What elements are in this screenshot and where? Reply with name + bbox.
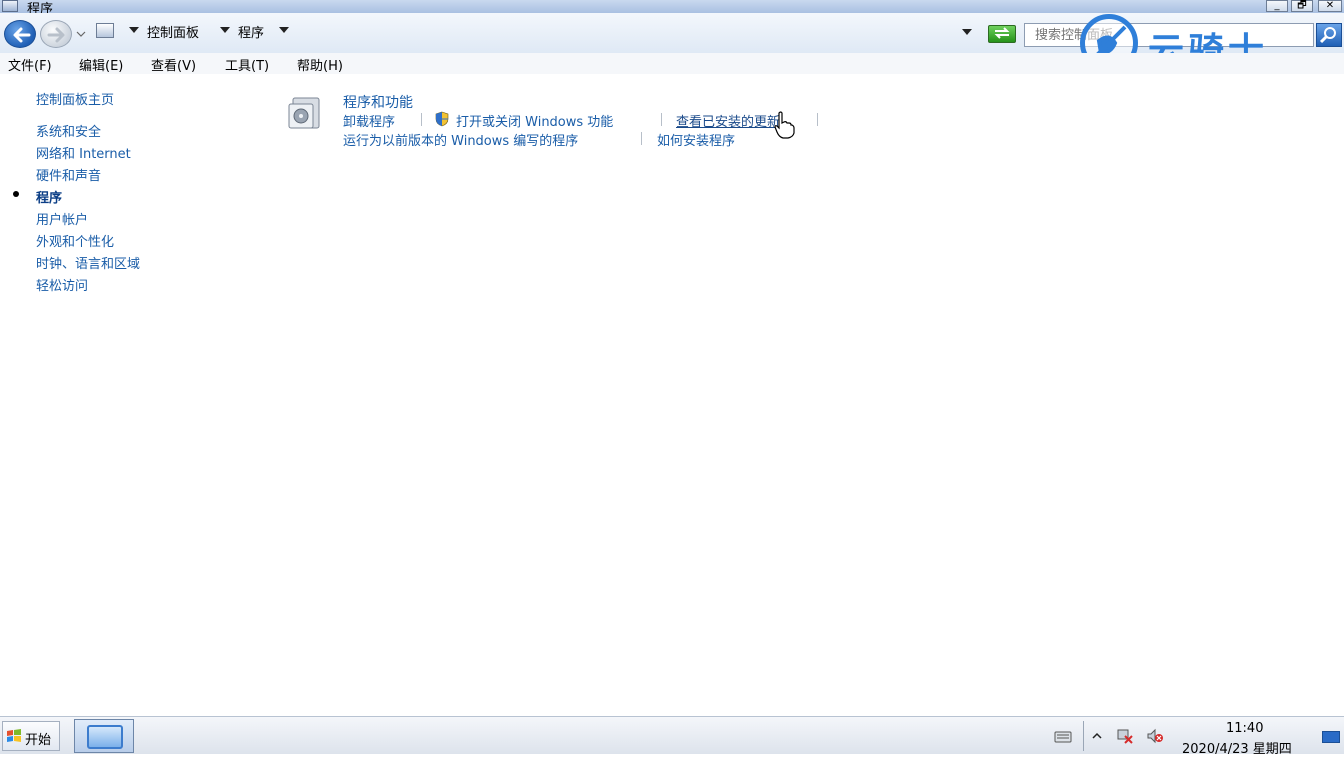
sidebar-item-clock-language[interactable]: 时钟、语言和区域 [36,253,140,272]
windows-flag-icon [7,729,21,742]
keyboard-icon[interactable] [1054,728,1072,744]
network-disconnected-icon[interactable] [1116,728,1134,744]
program-compatibility-link[interactable]: 运行为以前版本的 Windows 编写的程序 [343,130,578,149]
menu-help[interactable]: 帮助(H) [297,55,343,74]
chevron-down-icon[interactable] [220,27,230,33]
uac-shield-icon [435,111,449,127]
sidebar-item-network[interactable]: 网络和 Internet [36,143,131,162]
refresh-button[interactable] [988,25,1016,43]
clock-time[interactable]: 11:40 [1226,721,1263,736]
chevron-up-icon[interactable] [1091,728,1103,744]
clock-date[interactable]: 2020/4/23 星期四 [1182,738,1292,757]
chevron-down-icon[interactable] [129,27,139,33]
hand-pointer-icon [774,111,795,139]
address-history-chevron-icon[interactable] [962,29,972,35]
refresh-icon [994,27,1010,39]
breadcrumb-programs[interactable]: 程序 [238,22,264,41]
how-to-install-link[interactable]: 如何安装程序 [657,130,735,149]
programs-features-icon [288,97,320,129]
menu-tools[interactable]: 工具(T) [225,55,269,74]
left-navigation: 控制面板主页 系统和安全 网络和 Internet 硬件和声音 程序 用户帐户 … [0,74,270,716]
address-breadcrumb[interactable]: 控制面板 程序 [92,19,952,43]
separator [817,113,818,126]
show-desktop-button[interactable] [1322,731,1340,743]
back-button[interactable] [4,20,36,48]
separator [661,113,662,126]
separator [421,113,422,126]
arrow-right-icon [47,27,65,43]
taskbar-control-panel-button[interactable] [74,719,134,753]
menu-file[interactable]: 文件(F) [8,55,52,74]
close-button[interactable]: ✕ [1318,0,1342,12]
sidebar-item-user-accounts[interactable]: 用户帐户 [36,209,88,228]
windows-features-link[interactable]: 打开或关闭 Windows 功能 [456,111,613,130]
sidebar-item-programs[interactable]: 程序 [36,187,62,206]
control-panel-icon [2,0,18,12]
forward-button[interactable] [40,20,72,48]
recent-pages-chevron-icon[interactable] [76,29,86,39]
control-panel-window: 程序 _ 🗗 ✕ 控制面板 程序 搜索控制面板 云骑士 文件(F) 编辑(E) … [0,0,1344,716]
sidebar-item-ease-of-access[interactable]: 轻松访问 [36,275,88,294]
search-icon [1319,27,1336,44]
start-button[interactable]: 开始 [2,721,60,751]
uninstall-program-link[interactable]: 卸载程序 [343,111,395,130]
start-label: 开始 [25,733,52,748]
taskbar: 开始 11:40 2020/4/23 星期四 [0,716,1344,757]
view-installed-updates-link[interactable]: 查看已安装的更新 [676,111,780,130]
separator [641,132,642,145]
menu-view[interactable]: 查看(V) [151,55,196,74]
search-button[interactable] [1316,23,1342,47]
sidebar-item-appearance[interactable]: 外观和个性化 [36,231,114,250]
programs-features-title[interactable]: 程序和功能 [343,92,413,112]
sidebar-item-hardware-sound[interactable]: 硬件和声音 [36,165,101,184]
control-panel-icon [96,23,114,38]
control-panel-icon [87,725,123,749]
menu-edit[interactable]: 编辑(E) [79,55,123,74]
current-item-bullet [13,191,19,197]
sidebar-item-system-security[interactable]: 系统和安全 [36,121,101,140]
sidebar-item-home[interactable]: 控制面板主页 [36,89,114,108]
volume-muted-icon[interactable] [1146,728,1164,744]
arrow-left-icon [13,27,31,43]
tray-divider [1083,721,1084,751]
menu-bar: 文件(F) 编辑(E) 查看(V) 工具(T) 帮助(H) [0,53,1344,74]
chevron-down-icon[interactable] [279,27,289,33]
breadcrumb-control-panel[interactable]: 控制面板 [147,22,199,41]
